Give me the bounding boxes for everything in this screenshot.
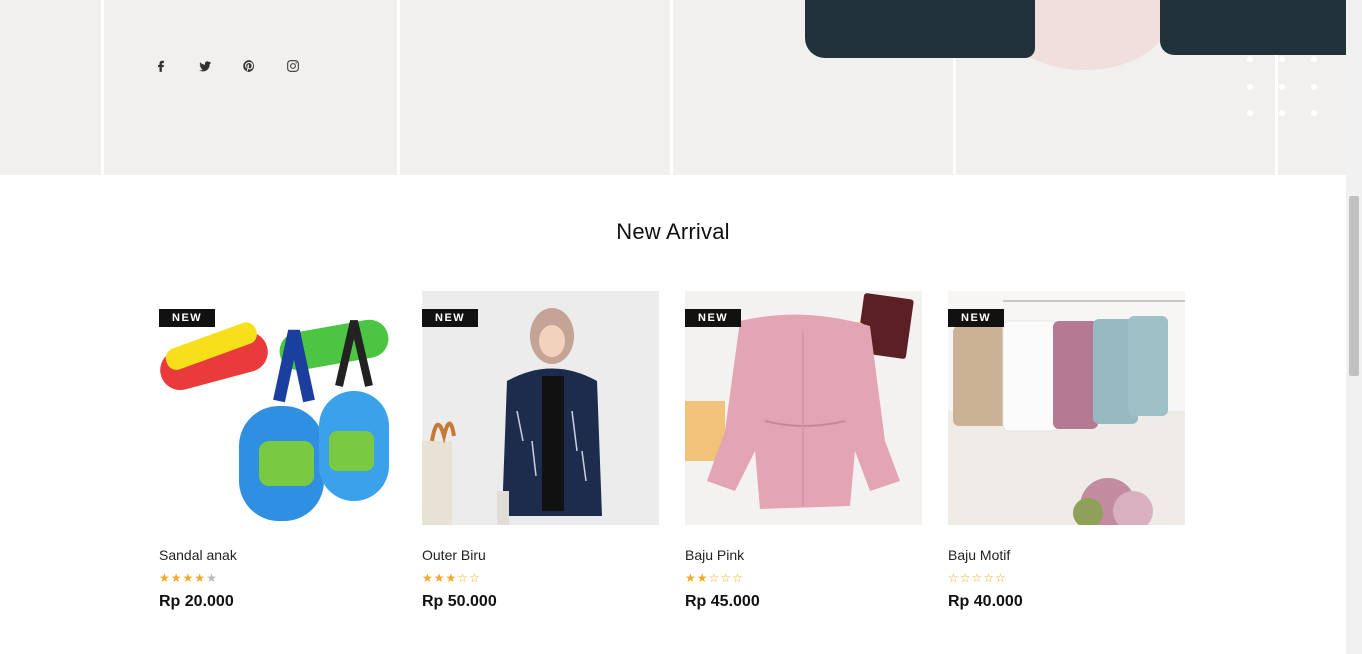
product-image[interactable]: NEW	[159, 291, 396, 525]
star-icon: ☆	[983, 571, 995, 585]
decor-dot	[1311, 56, 1317, 62]
scrollbar-thumb[interactable]	[1349, 196, 1359, 376]
product-card[interactable]: NEW Outer Biru ★ ★ ★ ☆ ☆ Rp 50.000	[422, 291, 659, 611]
decor-dot	[1279, 56, 1285, 62]
decor-dot	[1247, 110, 1253, 116]
star-icon: ★	[433, 571, 445, 585]
product-name[interactable]: Outer Biru	[422, 547, 659, 563]
product-price: Rp 50.000	[422, 593, 497, 610]
star-icon: ★	[194, 571, 206, 585]
divider	[101, 0, 104, 175]
decor-dot	[1247, 84, 1253, 90]
star-icon: ☆	[720, 571, 732, 585]
new-badge: NEW	[422, 309, 479, 327]
new-badge: NEW	[948, 309, 1005, 327]
facebook-icon[interactable]	[154, 56, 198, 76]
twitter-icon[interactable]	[198, 56, 242, 76]
decor-dot	[1311, 84, 1317, 90]
social-links	[154, 56, 330, 76]
hero-image-shirt	[805, 0, 1035, 58]
star-icon: ★	[170, 571, 182, 585]
product-rating: ★ ★ ☆ ☆ ☆	[685, 572, 922, 584]
hero-banner	[0, 0, 1346, 175]
decor-dot	[1279, 110, 1285, 116]
new-badge: NEW	[159, 309, 216, 327]
instagram-icon[interactable]	[286, 56, 330, 76]
product-price: Rp 40.000	[948, 593, 1023, 610]
star-icon: ☆	[995, 571, 1006, 585]
page: New Arrival NEW Sandal anak ★ ★ ★ ★ ★ Rp 20.…	[0, 0, 1362, 654]
product-card[interactable]: NEW Sandal anak ★ ★ ★ ★ ★ Rp 20.000	[159, 291, 396, 611]
product-name[interactable]: Baju Motif	[948, 547, 1185, 563]
product-rating: ★ ★ ★ ☆ ☆	[422, 572, 659, 584]
product-price: Rp 45.000	[685, 593, 760, 610]
section-title: New Arrival	[616, 219, 730, 244]
product-image[interactable]: NEW	[948, 291, 1185, 525]
product-image[interactable]: NEW	[685, 291, 922, 525]
product-price: Rp 20.000	[159, 593, 234, 610]
star-icon: ★	[445, 571, 457, 585]
star-icon: ☆	[708, 571, 720, 585]
decor-dot	[1247, 56, 1253, 62]
divider	[670, 0, 673, 175]
pinterest-icon[interactable]	[242, 56, 286, 76]
scrollbar[interactable]	[1346, 0, 1362, 654]
product-name[interactable]: Baju Pink	[685, 547, 922, 563]
product-rating: ☆ ☆ ☆ ☆ ☆	[948, 572, 1185, 584]
star-icon: ★	[696, 571, 708, 585]
product-image[interactable]: NEW	[422, 291, 659, 525]
decor-dot	[1311, 110, 1317, 116]
star-icon: ★	[206, 571, 217, 585]
product-rating: ★ ★ ★ ★ ★	[159, 572, 396, 584]
new-badge: NEW	[685, 309, 742, 327]
product-card[interactable]: NEW Baju Pink ★ ★ ☆ ☆ ☆ Rp 45.000	[685, 291, 922, 611]
star-icon: ☆	[457, 571, 469, 585]
star-icon: ★	[159, 571, 170, 585]
star-icon: ★	[182, 571, 194, 585]
star-icon: ☆	[959, 571, 971, 585]
product-card[interactable]: NEW Baju Motif ☆ ☆ ☆ ☆ ☆ Rp 40.000	[948, 291, 1185, 611]
star-icon: ★	[422, 571, 433, 585]
product-name[interactable]: Sandal anak	[159, 547, 396, 563]
star-icon: ☆	[469, 571, 480, 585]
star-icon: ☆	[732, 571, 743, 585]
divider	[397, 0, 400, 175]
star-icon: ☆	[971, 571, 983, 585]
star-icon: ★	[685, 571, 696, 585]
star-icon: ☆	[948, 571, 959, 585]
hero-image-shirt	[1160, 0, 1346, 55]
decor-dot	[1279, 84, 1285, 90]
